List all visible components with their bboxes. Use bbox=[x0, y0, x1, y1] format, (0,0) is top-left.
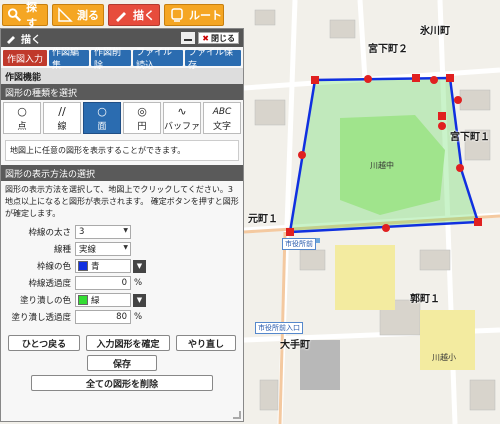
panel-title: 描く bbox=[21, 34, 41, 46]
minimize-button[interactable] bbox=[181, 32, 196, 44]
route-button[interactable]: ルート bbox=[164, 4, 224, 26]
map-label-kawagoe-ele: 川越小 bbox=[432, 353, 456, 362]
map-label-ohte: 大手町 bbox=[280, 340, 310, 351]
instruction-text: 図形の表示方法を選択して、地図上でクリックしてください。3地点以上になると図形が… bbox=[5, 185, 239, 218]
fill-color-name: 緑 bbox=[91, 296, 100, 306]
undo-button[interactable]: ひとつ戻る bbox=[8, 335, 80, 351]
shape-description: 地図上に任意の図形を表示することができます。 bbox=[5, 140, 239, 161]
line-color-field: 青 bbox=[75, 259, 131, 273]
delete-row: 全ての図形を削除 bbox=[1, 375, 243, 391]
circle-icon: ◎ bbox=[137, 104, 147, 118]
shape-label: 点 bbox=[17, 121, 27, 132]
shape-text[interactable]: ABC 文字 bbox=[203, 102, 241, 134]
line-opacity-label: 枠線透過度 bbox=[28, 279, 71, 289]
map-label-miyashita2: 宮下町２ bbox=[368, 44, 408, 55]
action-row: ひとつ戻る 入力図形を確定 やり直し bbox=[1, 335, 243, 351]
line-color-picker-button[interactable]: ▼ bbox=[133, 259, 146, 273]
line-icon: ∕∕ bbox=[58, 104, 66, 118]
ruler-icon bbox=[58, 7, 73, 22]
delete-all-button[interactable]: 全ての図形を削除 bbox=[31, 375, 213, 391]
close-button-label: 閉じる bbox=[211, 33, 235, 43]
percent-unit: % bbox=[134, 278, 143, 288]
text-icon: ABC bbox=[212, 106, 232, 117]
tab-file-save[interactable]: ファイル保存 bbox=[185, 48, 241, 71]
tab-draw-edit[interactable]: 作図編集 bbox=[49, 48, 89, 71]
shape-label: バッファ bbox=[164, 121, 201, 132]
line-width-label: 枠線の太さ bbox=[28, 228, 71, 238]
fill-color-swatch bbox=[78, 295, 88, 305]
search-button-label: 探す bbox=[26, 1, 38, 30]
shape-polygon[interactable]: ○ 面 bbox=[83, 102, 121, 134]
search-button[interactable]: 探す bbox=[2, 1, 48, 30]
line-type-label: 線種 bbox=[53, 245, 71, 255]
shape-label: 線 bbox=[57, 121, 67, 132]
map-label-shiyakusho: 市役所前 bbox=[282, 238, 316, 250]
method-heading: 図形の表示方法の選択 bbox=[1, 165, 243, 181]
buffer-icon: ∿ bbox=[177, 104, 187, 118]
top-toolbar: 探す 測る 描く ルート bbox=[0, 0, 500, 30]
close-button[interactable]: ✖ 閉じる bbox=[198, 32, 239, 44]
shape-selector: ○ 点 ∕∕ 線 ○ 面 ◎ 円 ∿ バッファ ABC 文字 bbox=[1, 100, 243, 136]
line-type-row: 線種 実線 bbox=[1, 241, 243, 257]
line-type-select[interactable]: 実線 bbox=[75, 242, 131, 256]
shape-point[interactable]: ○ 点 bbox=[3, 102, 41, 134]
line-color-label: 枠線の色 bbox=[36, 262, 71, 272]
redo-button[interactable]: やり直し bbox=[176, 335, 236, 351]
fill-color-field: 緑 bbox=[75, 293, 131, 307]
map-label-ishibashi: 市役所前入口 bbox=[255, 322, 303, 334]
pencil-icon bbox=[7, 36, 15, 44]
map-label-motomachi1: 元町１ bbox=[248, 214, 278, 225]
tab-file-load[interactable]: ファイル読込 bbox=[133, 48, 183, 71]
measure-button[interactable]: 測る bbox=[52, 4, 104, 26]
polygon-icon: ○ bbox=[97, 104, 107, 118]
line-color-row: 枠線の色 青 ▼ bbox=[1, 258, 243, 274]
percent-unit: % bbox=[134, 312, 143, 322]
shape-label: 文字 bbox=[212, 121, 231, 132]
line-width-row: 枠線の太さ 3 bbox=[1, 224, 243, 240]
tab-draw-delete[interactable]: 作図削除 bbox=[91, 48, 131, 71]
panel-resize-handle[interactable] bbox=[233, 411, 241, 419]
save-button[interactable]: 保存 bbox=[87, 355, 157, 371]
line-color-swatch bbox=[78, 261, 88, 271]
fill-color-row: 塗り潰しの色 緑 ▼ bbox=[1, 292, 243, 308]
shape-line[interactable]: ∕∕ 線 bbox=[43, 102, 81, 134]
line-opacity-input[interactable]: 0 bbox=[75, 276, 131, 290]
pencil-icon bbox=[116, 12, 126, 22]
map-label-miyashita1: 宮下町１ bbox=[450, 132, 490, 143]
fill-opacity-input[interactable]: 80 bbox=[75, 310, 131, 324]
shape-label: 円 bbox=[137, 121, 147, 132]
save-row: 保存 bbox=[1, 355, 243, 371]
map-label-isshiki: 郭町１ bbox=[410, 294, 440, 305]
train-icon bbox=[171, 8, 183, 22]
measure-button-label: 測る bbox=[77, 9, 99, 22]
map-label-kawagoe-naka: 川越中 bbox=[370, 161, 394, 170]
confirm-shape-button[interactable]: 入力図形を確定 bbox=[86, 335, 170, 351]
line-opacity-row: 枠線透過度 0 % bbox=[1, 275, 243, 291]
route-button-label: ルート bbox=[189, 9, 222, 22]
tab-draw-input[interactable]: 作図入力 bbox=[3, 50, 47, 66]
shape-circle[interactable]: ◎ 円 bbox=[123, 102, 161, 134]
line-width-select[interactable]: 3 bbox=[75, 225, 131, 239]
shape-buffer[interactable]: ∿ バッファ bbox=[163, 102, 201, 134]
panel-tabs: 作図入力 作図編集 作図削除 ファイル読込 ファイル保存 bbox=[1, 47, 243, 71]
point-icon: ○ bbox=[17, 104, 27, 118]
fill-opacity-label: 塗り潰し透過度 bbox=[11, 313, 71, 323]
fill-color-label: 塗り潰しの色 bbox=[19, 296, 71, 306]
line-color-name: 青 bbox=[91, 262, 100, 272]
draw-panel: 描く ✖ 閉じる 作図入力 作図編集 作図削除 ファイル読込 ファイル保存 作図… bbox=[0, 28, 244, 422]
shape-heading: 図形の種類を選択 bbox=[1, 84, 243, 100]
fill-opacity-row: 塗り潰し透過度 80 % bbox=[1, 309, 243, 325]
fill-color-picker-button[interactable]: ▼ bbox=[133, 293, 146, 307]
close-icon: ✖ bbox=[202, 33, 209, 43]
shape-label: 面 bbox=[97, 121, 107, 132]
search-icon bbox=[7, 8, 22, 22]
draw-button-label: 描く bbox=[133, 9, 155, 22]
draw-button[interactable]: 描く bbox=[108, 4, 160, 26]
